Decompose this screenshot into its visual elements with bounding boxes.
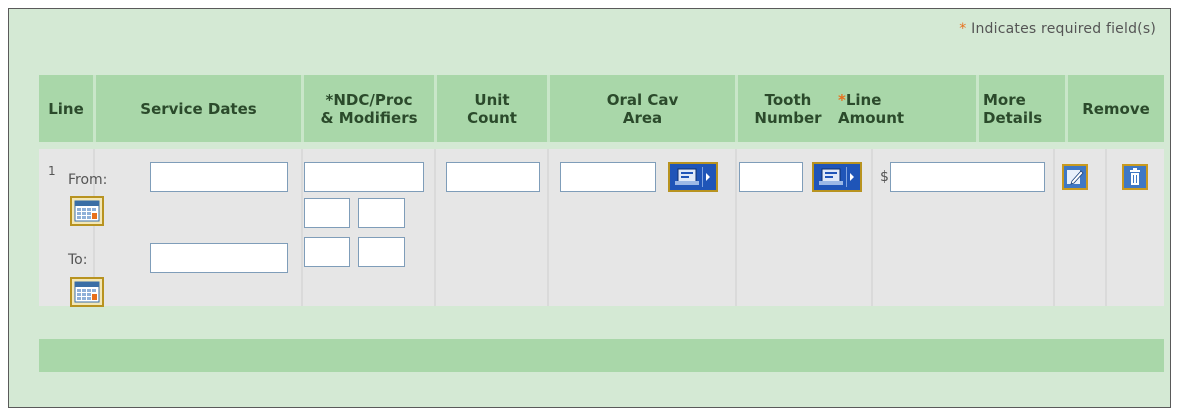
col-header-tooth-number: Tooth Number <box>754 90 822 127</box>
calendar-icon <box>74 200 100 222</box>
trash-icon <box>1124 166 1146 188</box>
line-number: 1 <box>48 164 56 178</box>
modifier-1-input[interactable] <box>304 198 350 228</box>
oral-cav-area-lookup-button[interactable] <box>668 162 718 192</box>
col-header-line: Line <box>48 99 84 118</box>
tooth-number-input[interactable] <box>739 162 803 192</box>
col-header-unit-count: Unit Count <box>467 90 517 127</box>
from-calendar-button[interactable] <box>70 196 104 226</box>
col-header-ndc-proc: *NDC/Proc & Modifiers <box>320 90 418 127</box>
modifier-3-input[interactable] <box>304 237 350 267</box>
to-date-input[interactable] <box>150 243 288 273</box>
col-header-oral-cav-area: Oral Cav Area <box>606 90 679 127</box>
col-header-line-amount: *Line Amount <box>838 90 905 127</box>
tooth-number-lookup-button[interactable] <box>812 162 862 192</box>
required-star: * <box>959 21 967 37</box>
from-date-input[interactable] <box>150 162 288 192</box>
modifier-4-input[interactable] <box>358 237 405 267</box>
service-lines-panel: * Indicates required field(s) Line Servi… <box>8 8 1171 408</box>
edit-details-icon <box>1064 166 1086 188</box>
required-fields-note: * Indicates required field(s) <box>959 21 1156 37</box>
currency-symbol: $ <box>880 169 889 185</box>
table-footer-bar <box>39 339 1164 372</box>
ndc-proc-input[interactable] <box>304 162 424 192</box>
more-details-button[interactable] <box>1062 164 1088 190</box>
modifier-2-input[interactable] <box>358 198 405 228</box>
lookup-picker-icon <box>815 165 859 189</box>
col-header-more-details: More Details <box>983 90 1043 127</box>
oral-cav-area-input[interactable] <box>560 162 656 192</box>
to-calendar-button[interactable] <box>70 277 104 307</box>
from-label: From: <box>68 172 108 188</box>
to-label: To: <box>68 252 88 268</box>
calendar-icon <box>74 281 100 303</box>
col-header-service-dates: Service Dates <box>140 99 257 118</box>
lookup-picker-icon <box>671 165 715 189</box>
unit-count-input[interactable] <box>446 162 540 192</box>
remove-line-button[interactable] <box>1122 164 1148 190</box>
table-header: Line Service Dates *NDC/Proc & Modifiers… <box>39 75 1164 142</box>
required-note-text: Indicates required field(s) <box>966 21 1156 37</box>
line-amount-input[interactable] <box>890 162 1045 192</box>
col-header-remove: Remove <box>1082 99 1150 118</box>
table-row: 1 From: To: $ <box>39 149 1164 307</box>
